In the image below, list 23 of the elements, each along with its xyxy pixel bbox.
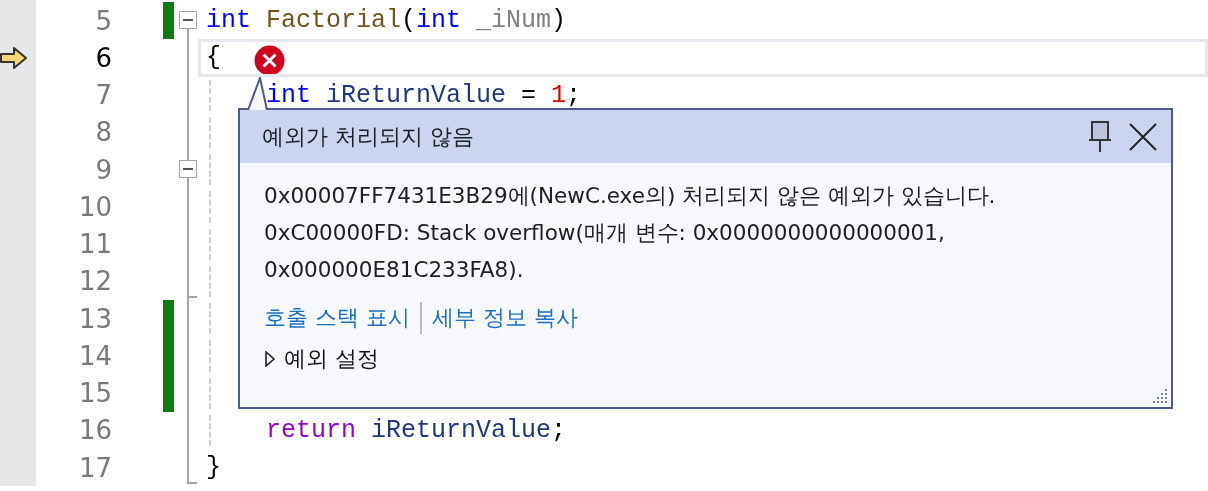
line-number: 5 — [94, 4, 113, 38]
line-number: 14 — [77, 339, 113, 373]
link[interactable]: 세부 정보 복사 — [432, 303, 578, 333]
code-line: int iReturnValue = 1; — [265, 80, 582, 110]
line-number: 9 — [94, 153, 113, 187]
line-number: 11 — [77, 228, 113, 262]
line-number: 7 — [94, 79, 113, 113]
line-number: 12 — [77, 265, 113, 299]
line-number: 13 — [77, 302, 113, 336]
line-number: 8 — [94, 116, 113, 150]
line-number: 10 — [77, 190, 113, 224]
link[interactable]: 호출 스택 표시 — [264, 303, 410, 333]
line-number: 16 — [77, 414, 113, 448]
code-line: int Factorial(int _iNum) — [205, 6, 567, 36]
code-line: return iReturnValue; — [265, 415, 567, 445]
code-line: } — [205, 453, 221, 483]
popup-title: 예외가 처리되지 않음 — [262, 122, 475, 151]
code-line: { — [205, 43, 221, 73]
exception-message: 0x00007FF7431E3B29에(NewC.exe의) 처리되지 않은 예외가 있습니다. 0xC00000FD: Stack overflow(매개 변수: 0x0000000000000001, 0x000000E81C233FA8). — [264, 182, 997, 284]
line-number: 6 — [94, 41, 113, 75]
line-number: 17 — [77, 451, 113, 485]
exception-settings-toggle[interactable]: 예외 설정 — [264, 344, 379, 374]
line-number: 15 — [77, 377, 113, 411]
